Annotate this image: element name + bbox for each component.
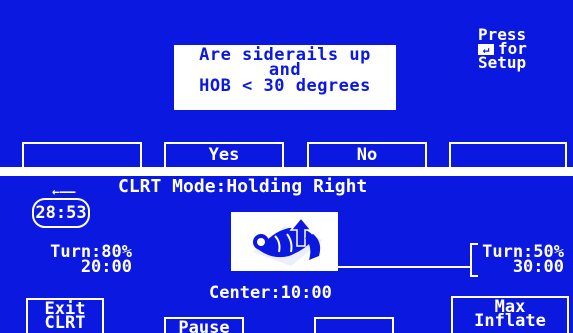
turn-left-time: 20:00 [80, 257, 132, 277]
turn-right-connector [338, 266, 470, 268]
clrt-screen: ←—— 28:53 CLRT Mode:Holding Right Turn:8… [0, 176, 573, 333]
setup-hint: Press ↵ for Setup [478, 27, 568, 72]
pause-button[interactable]: Pause [164, 317, 244, 333]
yes-button[interactable]: Yes [164, 142, 284, 167]
turn-right-time: 30:00 [512, 257, 564, 277]
max-inflate-button[interactable]: Max Inflate [451, 296, 569, 333]
softkey-blank-bottom[interactable] [314, 317, 394, 333]
no-button[interactable]: No [307, 142, 427, 167]
siderails-prompt: Are siderails up and HOB < 30 degrees [174, 45, 396, 110]
center-time: Center:10:00 [209, 283, 332, 303]
turn-right-bracket [470, 243, 478, 277]
countdown-timer: 28:53 [32, 198, 90, 228]
patient-turn-icon [231, 212, 338, 271]
turn-left-setting: Turn:80% 20:00 [38, 244, 132, 277]
mode-title: CLRT Mode:Holding Right [118, 176, 368, 197]
pause-label: Pause [178, 318, 230, 333]
confirmation-screen: Are siderails up and HOB < 30 degrees Pr… [0, 0, 573, 167]
exit-clrt-button[interactable]: Exit CLRT [26, 298, 104, 333]
softkey-blank-right[interactable] [449, 142, 567, 167]
turn-right-setting: Turn:50% 30:00 [480, 244, 564, 277]
softkey-blank-left[interactable] [22, 142, 142, 167]
setup-hint-setup: Setup [478, 53, 527, 72]
exit-clrt-label-2: CLRT [44, 313, 86, 333]
max-inflate-label-2: Inflate [474, 311, 546, 331]
prompt-line-3: HOB < 30 degrees [199, 76, 371, 96]
